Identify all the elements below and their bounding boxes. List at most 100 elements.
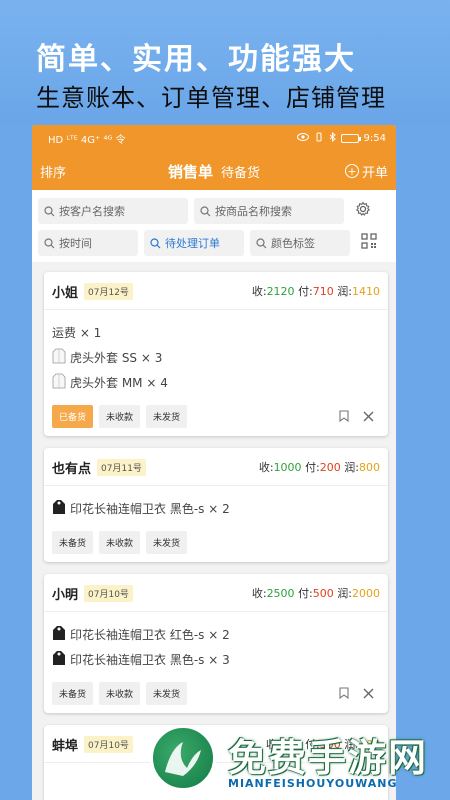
settings-button[interactable] (350, 198, 376, 224)
qr-scan-button[interactable] (356, 230, 382, 256)
search-icon (256, 237, 267, 249)
paid-label: 付: (298, 285, 313, 298)
close-icon[interactable] (363, 684, 374, 703)
order-item: 印花长袖连帽卫衣 红色-s × 2 (52, 622, 380, 647)
order-card[interactable]: 小姐 07月12号 收:2120 付:710 润:1410 运费 × 1 虎头外… (44, 272, 388, 436)
battery-icon (340, 134, 361, 143)
hoodie-icon (52, 625, 66, 644)
order-item-text: 虎头外套 SS × 3 (70, 351, 163, 365)
shipping-status-tag[interactable]: 未发货 (146, 531, 188, 554)
paid-label: 付: (305, 461, 320, 474)
product-search-input[interactable]: 按商品名称搜索 (194, 198, 344, 224)
customer-search-input[interactable]: 按客户名搜索 (38, 198, 188, 224)
profit-amount: 800 (359, 461, 380, 474)
received-label: 收: (251, 285, 267, 298)
paid-amount: 200 (319, 461, 341, 474)
watermark-logo-icon (150, 725, 216, 791)
jacket-icon (52, 373, 66, 392)
promo-title: 简单、实用、功能强大 (36, 42, 356, 77)
search-icon (200, 205, 211, 217)
nav-title-group: 销售单 待备货 (32, 161, 396, 182)
jacket-icon (52, 348, 66, 367)
qr-code-icon (361, 233, 377, 253)
profit-label: 润: (337, 285, 352, 298)
received-amount: 2120 (266, 285, 295, 298)
page-title: 销售单 (167, 162, 213, 181)
order-item: 印花长袖连帽卫衣 黑色-s × 3 (52, 647, 380, 672)
time-filter-label: 按时间 (59, 237, 92, 250)
profit-label: 润: (344, 461, 359, 474)
pending-orders-label: 待处理订单 (165, 237, 220, 250)
search-icon (44, 205, 55, 217)
order-item-text: 印花长袖连帽卫衣 红色-s × 2 (70, 628, 230, 642)
new-order-label: 开单 (361, 165, 388, 181)
paid-amount: 500 (312, 587, 334, 600)
received-amount: 2500 (266, 587, 295, 600)
customer-name: 小姐 (52, 285, 79, 301)
filter-panel: 按客户名搜索 按商品名称搜索 按时间 待处理订单 颜色标签 (32, 190, 396, 262)
search-icon (44, 237, 55, 249)
customer-search-placeholder: 按客户名搜索 (59, 205, 125, 218)
order-item: 运费 × 1 (52, 320, 380, 345)
hoodie-icon (52, 650, 66, 669)
customer-name: 小明 (52, 587, 79, 603)
payment-status-tag[interactable]: 未收款 (99, 682, 141, 705)
top-navbar: 排序 销售单 待备货 + 开单 (32, 152, 396, 190)
order-date-badge: 07月12号 (84, 282, 133, 300)
status-time: 9:54 (363, 133, 386, 144)
customer-name: 也有点 (52, 461, 92, 477)
received-amount: 1000 (273, 461, 302, 474)
shipping-status-tag[interactable]: 未发货 (146, 682, 188, 705)
pending-orders-filter[interactable]: 待处理订单 (144, 230, 244, 256)
bookmark-icon[interactable] (339, 407, 349, 426)
watermark-text: 免费手游网 (228, 736, 429, 780)
payment-status-tag[interactable]: 未收款 (99, 531, 141, 554)
order-item: 印花长袖连帽卫衣 黑色-s × 2 (52, 496, 380, 521)
hoodie-icon (52, 499, 66, 518)
order-amounts: 收:2120 付:710 润:1410 (252, 283, 380, 299)
phone-screen: HD ᴸᵀᴱ 4G⁺ ⁴ᴳ 令 9:54 排序 销售单 待备货 + 开单 按客户… (32, 125, 396, 800)
color-tag-label: 颜色标签 (271, 237, 315, 250)
customer-name: 蚌埠 (52, 738, 79, 754)
order-date-badge: 07月10号 (84, 735, 133, 753)
shipping-status-tag[interactable]: 未发货 (146, 405, 188, 428)
paid-label: 付: (298, 587, 313, 600)
stock-status-tag[interactable]: 未备货 (52, 682, 94, 705)
signal-icons: HD ᴸᵀᴱ 4G⁺ ⁴ᴳ 令 (48, 135, 126, 146)
promo-subtitle: 生意账本、订单管理、店铺管理 (36, 84, 386, 112)
new-order-button[interactable]: + 开单 (344, 162, 388, 181)
profit-label: 润: (337, 587, 352, 600)
sort-button[interactable]: 排序 (40, 162, 66, 181)
order-items: 印花长袖连帽卫衣 黑色-s × 2 (52, 492, 380, 525)
profit-amount: 1410 (352, 285, 380, 298)
order-item-text: 运费 × 1 (52, 326, 102, 340)
payment-status-tag[interactable]: 未收款 (99, 405, 141, 428)
order-card[interactable]: 也有点 07月11号 收:1000 付:200 润:800 印花长袖连帽卫衣 黑… (44, 448, 388, 562)
vibrate-icon (314, 132, 324, 145)
color-tag-filter[interactable]: 颜色标签 (250, 230, 350, 256)
close-icon[interactable] (363, 407, 374, 426)
plus-circle-icon: + (344, 164, 359, 178)
order-date-badge: 07月10号 (84, 584, 133, 602)
order-date-badge: 07月11号 (97, 458, 146, 476)
stock-status-tag[interactable]: 已备货 (52, 405, 94, 428)
profit-amount: 2000 (352, 587, 380, 600)
time-filter[interactable]: 按时间 (38, 230, 138, 256)
eye-icon (296, 133, 309, 144)
paid-amount: 710 (312, 285, 334, 298)
received-label: 收: (258, 461, 274, 474)
watermark-url: MIANFEISHOUYOUWANG (228, 777, 398, 790)
order-list: 小姐 07月12号 收:2120 付:710 润:1410 运费 × 1 虎头外… (32, 262, 396, 800)
order-item: 虎头外套 SS × 3 (52, 345, 380, 370)
bookmark-icon[interactable] (339, 684, 349, 703)
order-item-text: 印花长袖连帽卫衣 黑色-s × 3 (70, 653, 230, 667)
order-amounts: 收:2500 付:500 润:2000 (252, 585, 380, 601)
watermark: 免费手游网 MIANFEISHOUYOUWANG (150, 725, 450, 800)
order-card[interactable]: 小明 07月10号 收:2500 付:500 润:2000 印花长袖连帽卫衣 红… (44, 574, 388, 713)
status-bar: HD ᴸᵀᴱ 4G⁺ ⁴ᴳ 令 9:54 (32, 125, 396, 152)
gear-icon (355, 201, 371, 221)
stock-status-tag[interactable]: 未备货 (52, 531, 94, 554)
promo-banner: 简单、实用、功能强大 生意账本、订单管理、店铺管理 (0, 0, 450, 125)
bluetooth-icon (329, 131, 336, 145)
page-subtitle: 待备货 (221, 165, 261, 181)
